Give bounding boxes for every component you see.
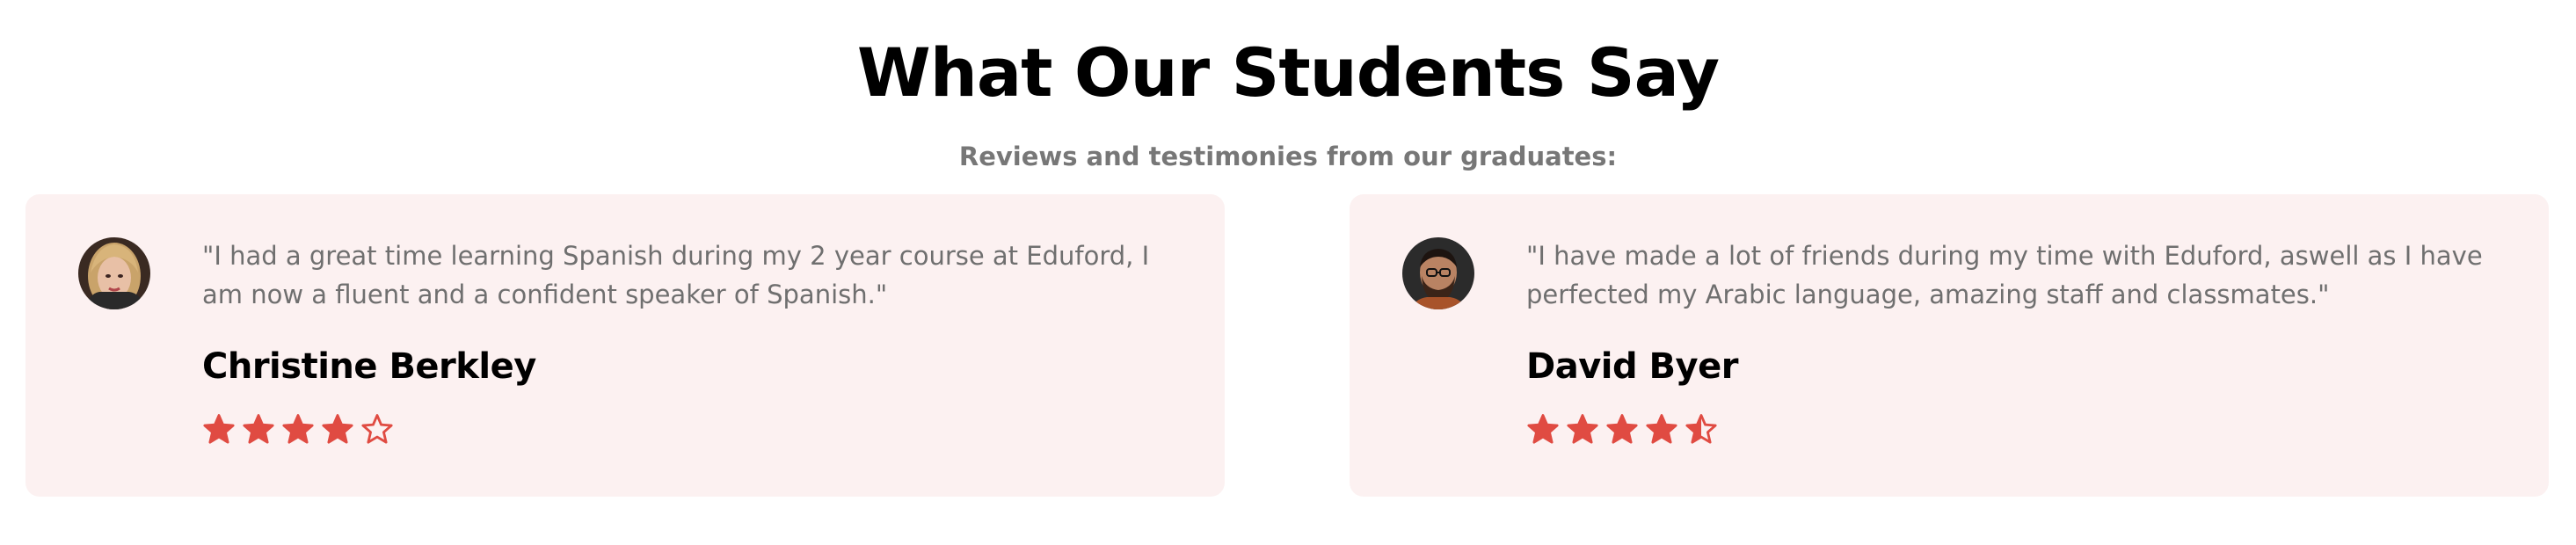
avatar xyxy=(1402,237,1474,309)
avatar-photo-man-icon xyxy=(1402,237,1474,309)
star-full-icon xyxy=(1527,414,1559,444)
testimonial-card: "I had a great time learning Spanish dur… xyxy=(25,194,1225,497)
testimonial-author-name: David Byer xyxy=(1526,346,1738,387)
section-subtitle: Reviews and testimonies from our graduat… xyxy=(958,142,1618,171)
star-full-icon xyxy=(243,414,274,444)
section-title: What Our Students Say xyxy=(856,33,1720,112)
star-full-icon xyxy=(1646,414,1677,444)
avatar-photo-woman-icon xyxy=(78,237,150,309)
avatar xyxy=(78,237,150,309)
star-full-icon xyxy=(322,414,353,444)
testimonial-quote: "I had a great time learning Spanish dur… xyxy=(202,241,1150,309)
testimonial-author-name: Christine Berkley xyxy=(202,346,536,387)
star-full-icon xyxy=(1606,414,1638,444)
star-rating xyxy=(202,413,394,450)
star-full-icon xyxy=(203,414,235,444)
star-empty-icon xyxy=(361,414,393,444)
star-rating xyxy=(1526,413,1718,450)
star-full-icon xyxy=(282,414,314,444)
testimonial-quote: "I have made a lot of friends during my … xyxy=(1526,241,2483,309)
testimonial-card: "I have made a lot of friends during my … xyxy=(1350,194,2549,497)
star-half-icon xyxy=(1685,414,1717,444)
star-full-icon xyxy=(1567,414,1598,444)
